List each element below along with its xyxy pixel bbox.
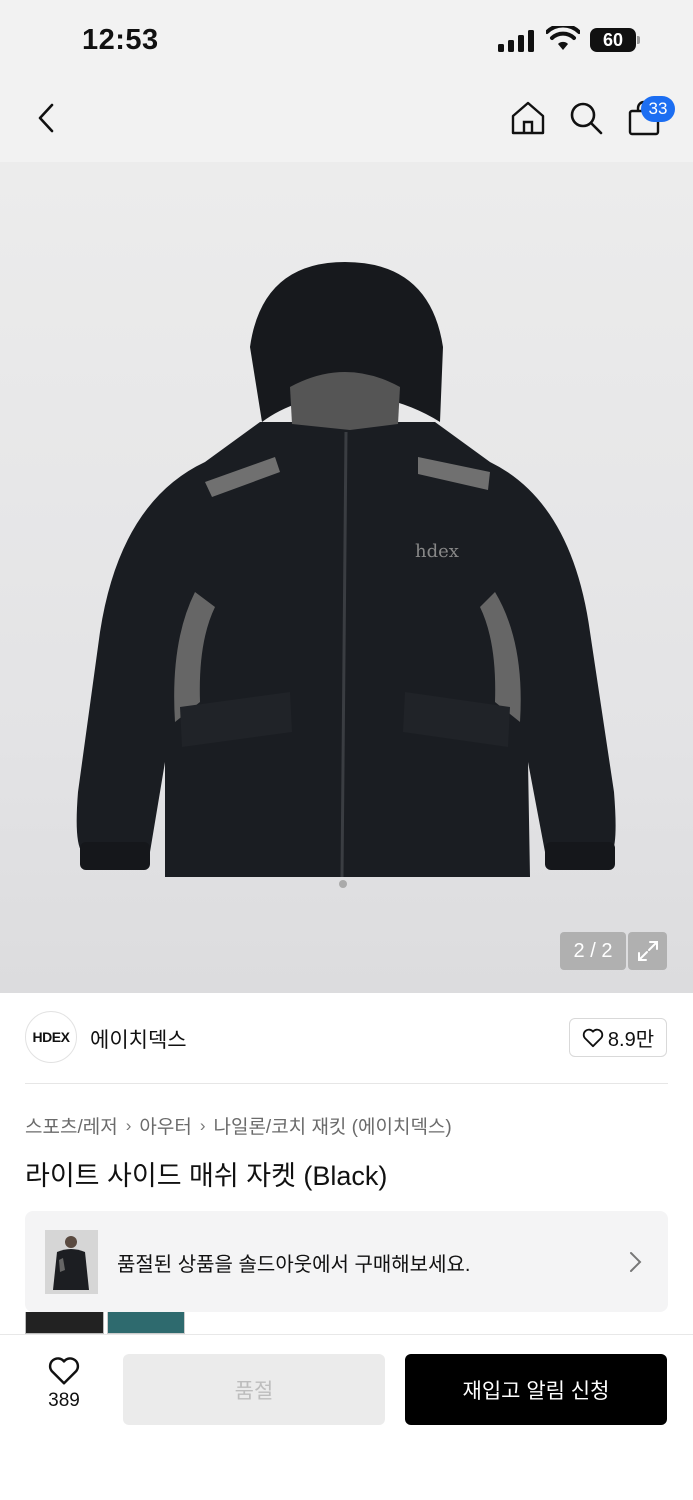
chevron-right-icon <box>630 1252 642 1272</box>
heart-outline-icon <box>48 1357 80 1385</box>
soldout-button: 품절 <box>123 1354 385 1425</box>
back-button[interactable] <box>28 96 64 140</box>
heart-outline-icon <box>582 1028 604 1047</box>
expand-button[interactable] <box>628 932 667 970</box>
battery-icon: 60 <box>590 28 640 52</box>
brand-like-button[interactable]: 8.9만 <box>569 1018 667 1057</box>
search-button[interactable] <box>564 96 608 140</box>
chevron-right-icon: › <box>125 1115 132 1135</box>
jacket-image: hdex <box>76 262 616 888</box>
home-button[interactable] <box>506 96 550 140</box>
brand-name[interactable]: 에이치덱스 <box>90 1024 187 1054</box>
chevron-right-icon: › <box>199 1115 206 1135</box>
restock-alert-button[interactable]: 재입고 알림 신청 <box>405 1354 667 1425</box>
color-thumbnail-black[interactable] <box>25 1312 104 1334</box>
product-image[interactable]: hdex <box>0 162 693 993</box>
status-time: 12:53 <box>82 24 159 56</box>
brand-logo[interactable]: HDEX <box>25 1011 77 1063</box>
battery-level: 60 <box>602 30 624 50</box>
status-bar: 12:53 60 <box>0 0 693 80</box>
breadcrumb-item-outer[interactable]: 아우터 <box>139 1112 191 1139</box>
image-counter: 2 / 2 <box>560 932 626 970</box>
divider <box>25 1083 668 1084</box>
banner-text: 품절된 상품을 솔드아웃에서 구매해보세요. <box>117 1254 471 1276</box>
wifi-icon <box>546 26 580 50</box>
color-thumbnail-teal[interactable] <box>107 1312 185 1334</box>
product-like-button[interactable]: 389 <box>28 1356 100 1422</box>
search-icon <box>570 102 603 135</box>
signal-icon <box>498 30 534 52</box>
soldout-banner[interactable]: 품절된 상품을 솔드아웃에서 구매해보세요. <box>25 1211 668 1312</box>
banner-thumbnail <box>45 1230 98 1294</box>
brand-like-count: 8.9만 <box>607 1029 655 1051</box>
chevron-left-icon <box>38 103 54 133</box>
product-like-count: 389 <box>48 1390 80 1411</box>
breadcrumb-item-sports[interactable]: 스포츠/레저 <box>25 1112 118 1139</box>
breadcrumb-item-nylon-coach[interactable]: 나일론/코치 재킷 (에이치덱스) <box>213 1112 451 1139</box>
chest-logo: hdex <box>415 541 459 562</box>
expand-icon <box>637 941 658 961</box>
breadcrumb: 스포츠/레저 › 아우터 › 나일론/코치 재킷 (에이치덱스) <box>25 1112 452 1139</box>
home-icon <box>511 101 545 135</box>
product-title: 라이트 사이드 매쉬 자켓 (Black) <box>25 1161 388 1191</box>
cart-count-badge: 33 <box>641 96 675 122</box>
